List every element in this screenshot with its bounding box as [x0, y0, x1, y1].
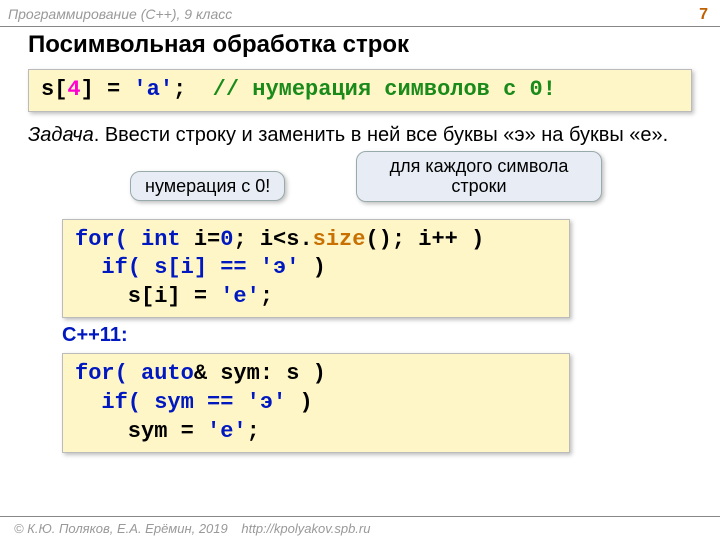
code-text: s[	[41, 77, 67, 102]
task-label: Задача	[28, 124, 94, 146]
kw-int: int	[141, 227, 181, 252]
colon: :	[121, 324, 128, 346]
code-text: ;	[173, 77, 213, 102]
code-char: 'э'	[247, 390, 287, 415]
task-text: Задача. Ввести строку и заменить в ней в…	[0, 122, 720, 151]
cpp11-text: C++11	[62, 324, 121, 346]
course-label: Программирование (C++), 9 класс	[8, 6, 232, 24]
code-text: ; i<s.	[233, 227, 312, 252]
code-text: sym =	[75, 419, 207, 444]
code-num: 0	[220, 227, 233, 252]
kw-auto: auto	[141, 361, 194, 386]
code-text: ;	[247, 419, 260, 444]
code-fn: size	[313, 227, 366, 252]
callout-numbering: нумерация с 0!	[130, 171, 285, 202]
code-text: ;	[260, 284, 273, 309]
code-snippet-1: s[4] = 'a'; // нумерация символов с 0!	[28, 69, 692, 112]
code-text: )	[286, 390, 312, 415]
kw-for: for(	[75, 227, 141, 252]
code-char: 'э'	[260, 255, 300, 280]
code-index: 4	[67, 77, 80, 102]
footer: © К.Ю. Поляков, Е.А. Ерёмин, 2019 http:/…	[0, 516, 720, 540]
code-char: 'е'	[207, 419, 247, 444]
code-snippet-3: for( auto& sym: s ) if( sym == 'э' ) sym…	[62, 353, 570, 453]
kw-if: if( sym ==	[75, 390, 247, 415]
cpp11-label: C++11:	[62, 324, 720, 347]
code-comment: // нумерация символов с 0!	[213, 77, 556, 102]
code-char: 'a'	[133, 77, 173, 102]
code-text: & sym: s )	[194, 361, 326, 386]
slide-title: Посимвольная обработка строк	[0, 29, 720, 65]
callout-foreach: для каждого символа строки	[356, 151, 602, 202]
divider-top	[0, 26, 720, 27]
code-char: 'е'	[220, 284, 260, 309]
header-bar: Программирование (C++), 9 класс 7	[0, 0, 720, 26]
code-text: )	[299, 255, 325, 280]
copyright: © К.Ю. Поляков, Е.А. Ерёмин, 2019	[14, 521, 228, 536]
code-text: s[i] =	[75, 284, 220, 309]
code-snippet-2: for( int i=0; i<s.size(); i++ ) if( s[i]…	[62, 219, 570, 319]
code-text: i=	[181, 227, 221, 252]
kw-if: if( s[i] ==	[75, 255, 260, 280]
callouts-area: нумерация с 0! для каждого символа строк…	[0, 151, 720, 215]
page-number: 7	[699, 6, 708, 24]
footer-url: http://kpolyakov.spb.ru	[241, 521, 370, 536]
task-body: . Ввести строку и заменить в ней все бук…	[94, 124, 669, 146]
code-text: ] =	[81, 77, 121, 102]
kw-for: for(	[75, 361, 141, 386]
code-text: (); i++ )	[365, 227, 484, 252]
